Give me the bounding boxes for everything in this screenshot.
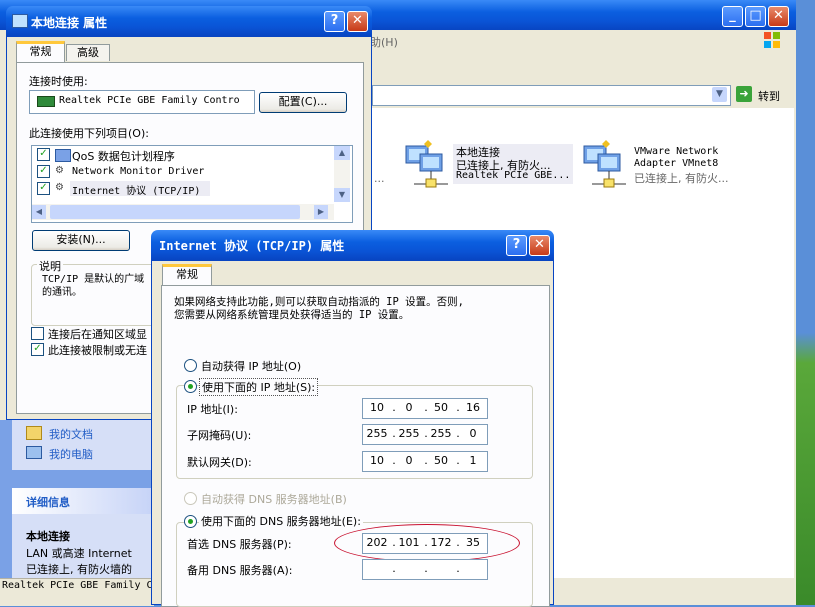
items-label: 此连接使用下列项目(O):: [29, 127, 149, 140]
mask-octet: 255: [430, 427, 452, 440]
alternate-dns-label: 备用 DNS 服务器(A):: [187, 564, 293, 577]
configure-button[interactable]: 配置(C)...: [259, 92, 347, 113]
gateway-octet: 50: [434, 454, 448, 467]
connection-device: Realtek PCIe GBE...: [456, 170, 571, 181]
qos-icon: [55, 149, 71, 162]
tab-general[interactable]: 常规: [16, 41, 65, 63]
ip-octet: 0: [405, 401, 413, 414]
item-netmon-checkbox[interactable]: ✓: [37, 165, 50, 178]
ip-octet: 50: [434, 401, 448, 414]
gateway-octet: 10: [370, 454, 384, 467]
item-tcpip-checkbox[interactable]: ✓: [37, 182, 50, 195]
ip-address-label: IP 地址(I):: [187, 403, 238, 416]
manual-ip-label[interactable]: 使用下面的 IP 地址(S):: [199, 378, 319, 396]
tcpip-properties-dialog: Internet 协议 (TCP/IP) 属性 ? ✕ 常规 如果网络支持此功能…: [151, 230, 554, 607]
description-text-2: 的通讯。: [42, 287, 82, 298]
vmware-connection-status: Adapter VMnet8: [634, 158, 719, 169]
tcpip-help-icon[interactable]: ?: [506, 235, 527, 256]
network-icon: ⚙: [55, 165, 64, 176]
auto-ip-radio[interactable]: [184, 359, 197, 372]
alternate-dns-input[interactable]: . . .: [362, 559, 488, 580]
adapter-name: Realtek PCIe GBE Family Contro: [59, 95, 240, 106]
close-icon[interactable]: ✕: [768, 6, 789, 27]
vmware-connection-icon[interactable]: [580, 140, 630, 188]
tcpip-network-icon: ⚙: [55, 182, 64, 193]
vmware-connection-device: 已连接上, 有防火...: [634, 172, 729, 185]
go-arrow-icon[interactable]: ➜: [736, 86, 752, 102]
mask-octet: 255: [398, 427, 420, 440]
manual-dns-label[interactable]: 使用下面的 DNS 服务器地址(E):: [199, 513, 363, 529]
my-computer-icon[interactable]: [26, 446, 42, 459]
tcpip-close-icon[interactable]: ✕: [529, 235, 550, 256]
item-qos-checkbox[interactable]: ✓: [37, 148, 50, 161]
manual-ip-radio[interactable]: [184, 380, 197, 393]
menu-help[interactable]: 助(H): [370, 34, 398, 50]
props-title: 本地连接 属性: [31, 16, 108, 30]
props-close-icon[interactable]: ✕: [347, 11, 368, 32]
desktop-background: [796, 0, 815, 605]
details-header: 详细信息: [26, 496, 70, 509]
manual-dns-radio[interactable]: [184, 515, 197, 528]
annotation-ellipse: [334, 524, 520, 562]
ip-dot: .: [392, 562, 396, 575]
address-bar[interactable]: [372, 85, 731, 106]
subnet-mask-input[interactable]: 255 . 255 . 255 . 0: [362, 424, 488, 445]
item-qos-label[interactable]: QoS 数据包计划程序: [72, 148, 175, 164]
network-connection-icon[interactable]: [402, 140, 452, 188]
scroll-up-icon[interactable]: ▲: [334, 146, 350, 160]
ip-address-input[interactable]: 10 . 0 . 50 . 16: [362, 398, 488, 419]
help-icon[interactable]: ?: [324, 11, 345, 32]
preferred-dns-label: 首选 DNS 服务器(P):: [187, 538, 292, 551]
scroll-right-icon[interactable]: ▶: [314, 205, 328, 219]
details-title: 本地连接: [26, 530, 70, 543]
address-dropdown-icon[interactable]: ▼: [712, 87, 727, 102]
ip-octet: 10: [370, 401, 384, 414]
gateway-input[interactable]: 10 . 0 . 50 . 1: [362, 451, 488, 472]
network-card-icon: [37, 96, 55, 107]
auto-ip-label[interactable]: 自动获得 IP 地址(O): [201, 358, 301, 374]
intro-line-2: 您需要从网络系统管理员处获得适当的 IP 设置。: [174, 309, 410, 321]
details-line-2: 已连接上, 有防火墙的: [26, 563, 132, 576]
ip-dot: .: [456, 562, 460, 575]
subnet-mask-label: 子网掩码(U):: [187, 429, 252, 442]
sidebar-link-my-documents[interactable]: 我的文档: [49, 426, 93, 442]
partial-ellipsis: ...: [374, 172, 385, 185]
notify-checkbox[interactable]: [31, 327, 44, 340]
ip-dot: .: [424, 562, 428, 575]
mask-octet: 255: [366, 427, 388, 440]
auto-dns-label[interactable]: 自动获得 DNS 服务器地址(B): [201, 491, 347, 507]
connect-using-label: 连接时使用:: [29, 75, 88, 88]
go-label[interactable]: 转到: [758, 88, 780, 104]
limited-label[interactable]: 此连接被限制或无连: [48, 342, 147, 358]
tcpip-tab-general[interactable]: 常规: [162, 264, 212, 286]
notify-label[interactable]: 连接后在通知区域显: [48, 326, 147, 342]
vmware-connection-name[interactable]: VMware Network: [634, 146, 718, 157]
my-documents-icon[interactable]: [26, 426, 42, 440]
limited-checkbox[interactable]: ✓: [31, 343, 44, 356]
tcpip-title: Internet 协议 (TCP/IP) 属性: [159, 239, 345, 253]
auto-dns-radio[interactable]: [184, 492, 197, 505]
scroll-down-icon[interactable]: ▼: [334, 188, 350, 202]
ip-octet: 16: [466, 401, 480, 414]
minimize-icon[interactable]: _: [722, 6, 743, 27]
sidebar-link-my-computer[interactable]: 我的电脑: [49, 446, 93, 462]
tab-advanced[interactable]: 高级: [66, 44, 110, 61]
item-netmon-label[interactable]: Network Monitor Driver: [72, 166, 204, 177]
status-bar-text: Realtek PCIe GBE Family C: [2, 580, 153, 591]
gateway-label: 默认网关(D):: [187, 456, 252, 469]
hscroll-thumb[interactable]: [50, 205, 300, 219]
scroll-left-icon[interactable]: ◀: [32, 205, 46, 219]
props-title-icon: [12, 14, 28, 28]
install-button[interactable]: 安装(N)...: [32, 230, 130, 251]
maximize-icon[interactable]: □: [745, 6, 766, 27]
details-line-1: LAN 或高速 Internet: [26, 547, 132, 560]
gateway-octet: 1: [469, 454, 477, 467]
gateway-octet: 0: [405, 454, 413, 467]
item-tcpip-label[interactable]: Internet 协议 (TCP/IP): [72, 182, 200, 197]
windows-logo-icon: [762, 30, 782, 50]
mask-octet: 0: [469, 427, 477, 440]
